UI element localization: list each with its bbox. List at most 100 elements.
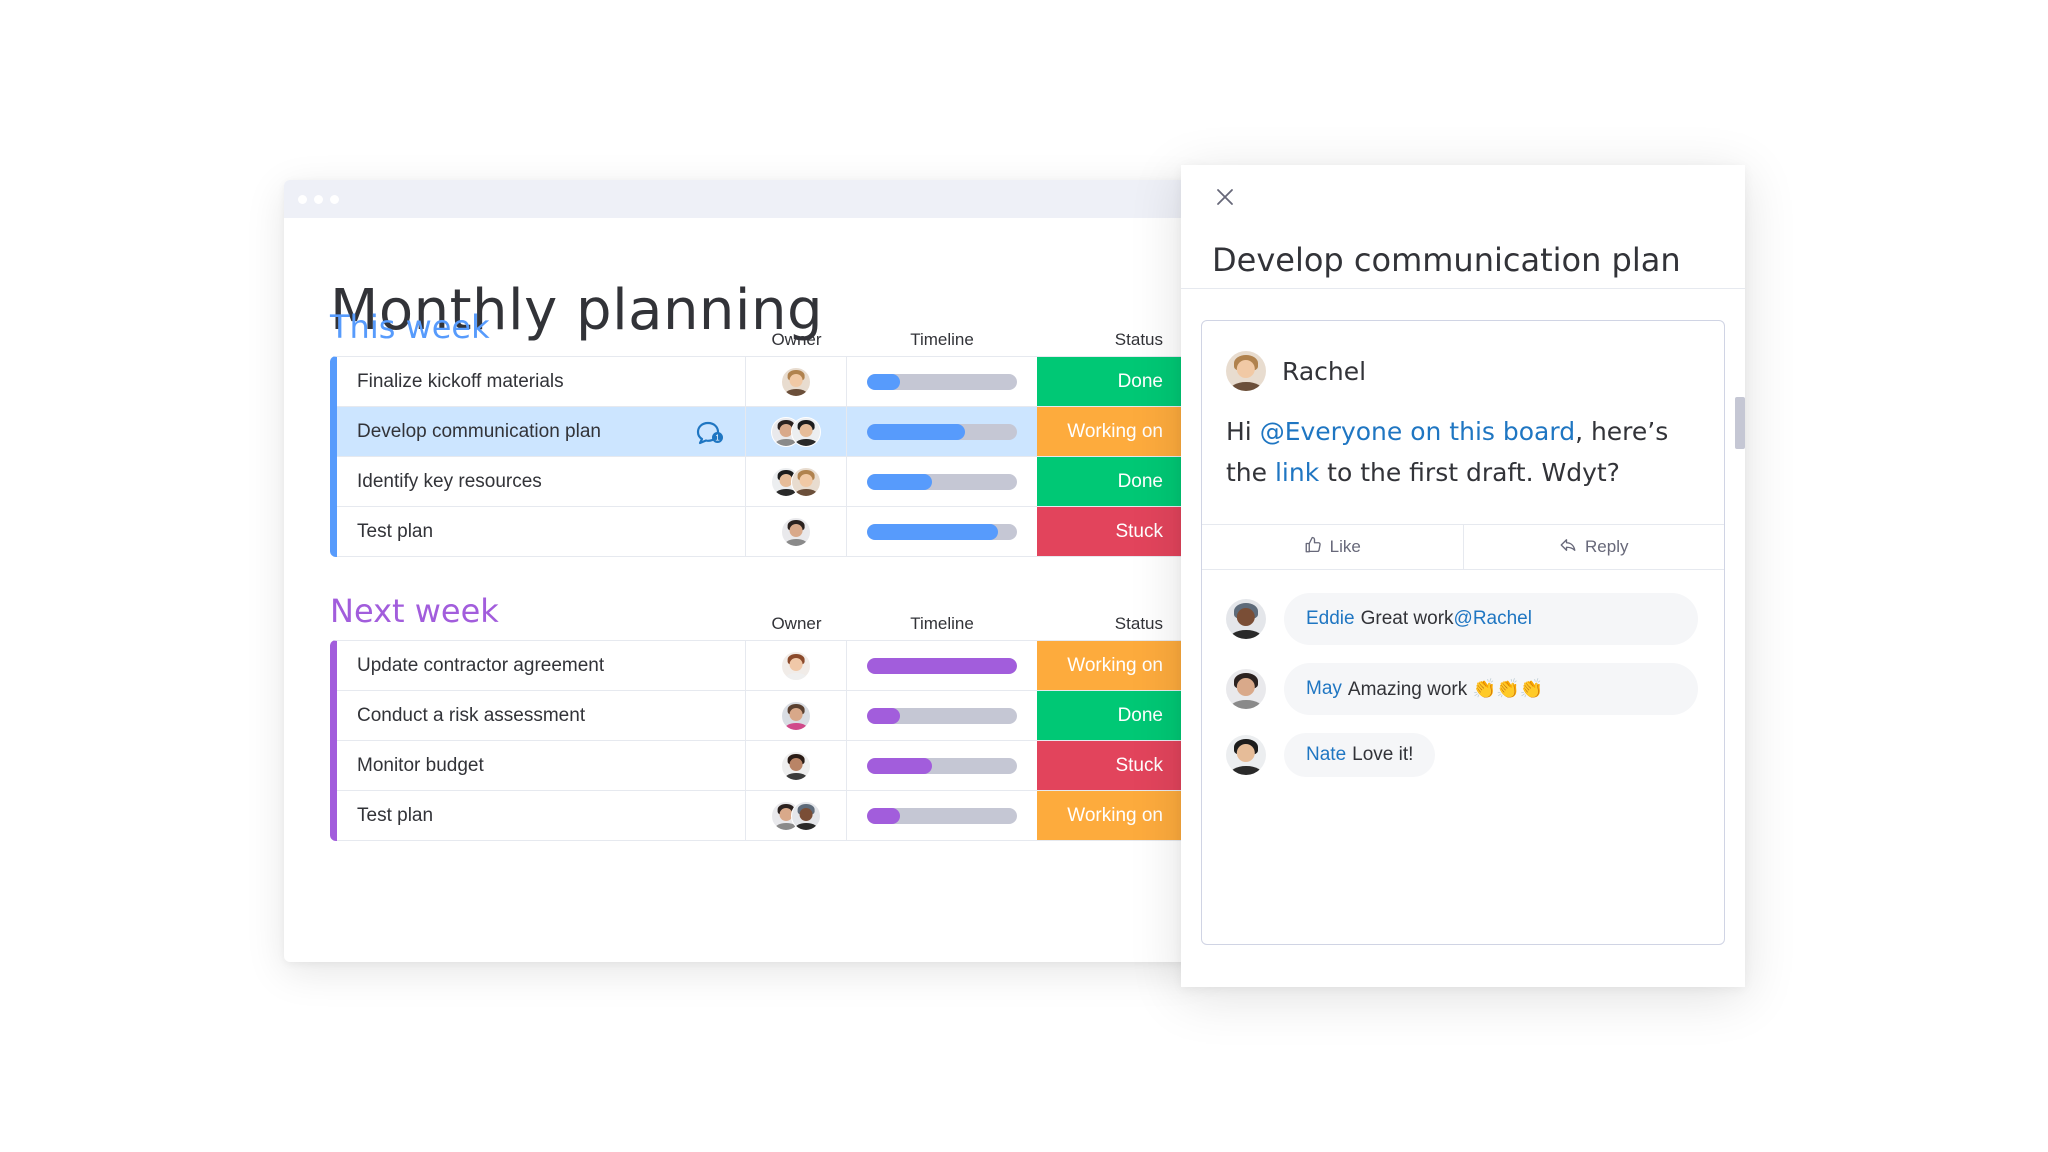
item-name[interactable]: Finalize kickoff materials [357,371,564,393]
item-name-cell[interactable]: Test plan [337,507,746,556]
table-row[interactable]: Test plan Working on [337,791,1204,841]
timeline-bar[interactable] [867,657,1017,674]
avatar[interactable] [1226,599,1266,639]
group-title[interactable]: This week [330,308,490,346]
owner-cell[interactable] [746,791,847,840]
avatar[interactable] [781,366,811,397]
reply-bubble: May Amazing work 👏👏👏 [1284,663,1698,715]
item-name[interactable]: Conduct a risk assessment [357,705,585,727]
timeline-cell[interactable] [847,457,1037,506]
item-name-cell[interactable]: Test plan [337,791,746,840]
timeline-bar-fill [867,757,932,774]
table-row[interactable]: Finalize kickoff materials Done [337,357,1204,407]
timeline-bar[interactable] [867,757,1017,774]
replies-list: Eddie Great work @Rachel May Amazing work 👏… [1226,593,1700,795]
avatar[interactable] [781,700,811,731]
timeline-cell[interactable] [847,641,1037,690]
timeline-cell[interactable] [847,741,1037,790]
avatar[interactable] [791,466,821,497]
item-name[interactable]: Update contractor agreement [357,655,604,677]
status-label[interactable]: Stuck [1037,507,1181,556]
status-label[interactable]: Done [1037,691,1181,740]
window-dot[interactable] [330,194,339,204]
thumbs-up-icon [1304,536,1322,559]
status-label[interactable]: Done [1037,357,1181,406]
owner-column-header[interactable]: Owner [746,614,847,634]
timeline-bar-fill [867,657,1017,674]
timeline-bar[interactable] [867,807,1017,824]
timeline-bar[interactable] [867,423,1017,440]
item-name-cell[interactable]: Monitor budget [337,741,746,790]
item-name[interactable]: Identify key resources [357,471,542,493]
mention-link[interactable]: @Everyone on this board [1260,417,1575,446]
avatar[interactable] [791,800,821,831]
status-column-header[interactable]: Status [1037,330,1181,350]
comment-bubble-icon[interactable]: 1 [695,420,725,446]
like-label: Like [1329,537,1361,556]
owner-cell[interactable] [746,407,847,456]
timeline-bar[interactable] [867,707,1017,724]
status-label[interactable]: Working on [1037,407,1181,456]
avatar[interactable] [1226,735,1266,775]
item-name[interactable]: Test plan [357,805,433,827]
status-label[interactable]: Stuck [1037,741,1181,790]
group-title[interactable]: Next week [330,592,499,630]
reply-text: Great work [1360,608,1454,629]
owner-column-header[interactable]: Owner [746,330,847,350]
reply-button[interactable]: Reply [1462,525,1725,569]
owner-cell[interactable] [746,457,847,506]
status-column-header[interactable]: Status [1037,614,1181,634]
table-row[interactable]: Conduct a risk assessment Done [337,691,1204,741]
timeline-cell[interactable] [847,791,1037,840]
table-row[interactable]: Test plan Stuck [337,507,1204,557]
table-row[interactable]: Monitor budget Stuck [337,741,1204,791]
group-header: This week Owner Timeline Status [330,306,1204,356]
timeline-column-header[interactable]: Timeline [847,614,1037,634]
avatar[interactable] [781,750,811,781]
avatar[interactable] [781,516,811,547]
timeline-cell[interactable] [847,507,1037,556]
timeline-cell[interactable] [847,357,1037,406]
item-name-cell[interactable]: Finalize kickoff materials [337,357,746,406]
like-button[interactable]: Like [1202,525,1463,569]
table-row[interactable]: Update contractor agreement Working on [337,641,1204,691]
owner-cell[interactable] [746,357,847,406]
group: This week Owner Timeline Status Finalize kic… [330,306,1204,557]
status-label[interactable]: Done [1037,457,1181,506]
item-name-cell[interactable]: Identify key resources [337,457,746,506]
item-name[interactable]: Test plan [357,521,433,543]
owner-cell[interactable] [746,741,847,790]
avatar[interactable] [1226,351,1266,391]
reply-author[interactable]: May [1306,678,1342,700]
mention-link[interactable]: link [1275,458,1319,487]
item-name[interactable]: Develop communication plan [357,421,601,443]
post-author[interactable]: Rachel [1282,357,1366,386]
timeline-bar[interactable] [867,523,1017,540]
item-name-cell[interactable]: Conduct a risk assessment [337,691,746,740]
timeline-bar[interactable] [867,373,1017,390]
timeline-cell[interactable] [847,407,1037,456]
avatar[interactable] [1226,669,1266,709]
item-name[interactable]: Monitor budget [357,755,484,777]
panel-scrollbar[interactable] [1735,397,1745,449]
avatar[interactable] [791,416,821,447]
window-dot[interactable] [298,194,307,204]
item-name-cell[interactable]: Develop communication plan 1 [337,407,746,456]
timeline-bar[interactable] [867,473,1017,490]
close-icon[interactable] [1213,185,1237,209]
table-row[interactable]: Develop communication plan 1 Working on [337,407,1204,457]
window-dot[interactable] [314,194,323,204]
reply-author[interactable]: Eddie [1306,608,1355,630]
status-label[interactable]: Working on [1037,791,1181,840]
owner-cell[interactable] [746,691,847,740]
timeline-column-header[interactable]: Timeline [847,330,1037,350]
owner-cell[interactable] [746,507,847,556]
reply-author[interactable]: Nate [1306,744,1346,766]
item-name-cell[interactable]: Update contractor agreement [337,641,746,690]
timeline-cell[interactable] [847,691,1037,740]
mention-link[interactable]: @Rachel [1454,608,1532,630]
owner-cell[interactable] [746,641,847,690]
status-label[interactable]: Working on [1037,641,1181,690]
avatar[interactable] [781,650,811,681]
table-row[interactable]: Identify key resources Done [337,457,1204,507]
